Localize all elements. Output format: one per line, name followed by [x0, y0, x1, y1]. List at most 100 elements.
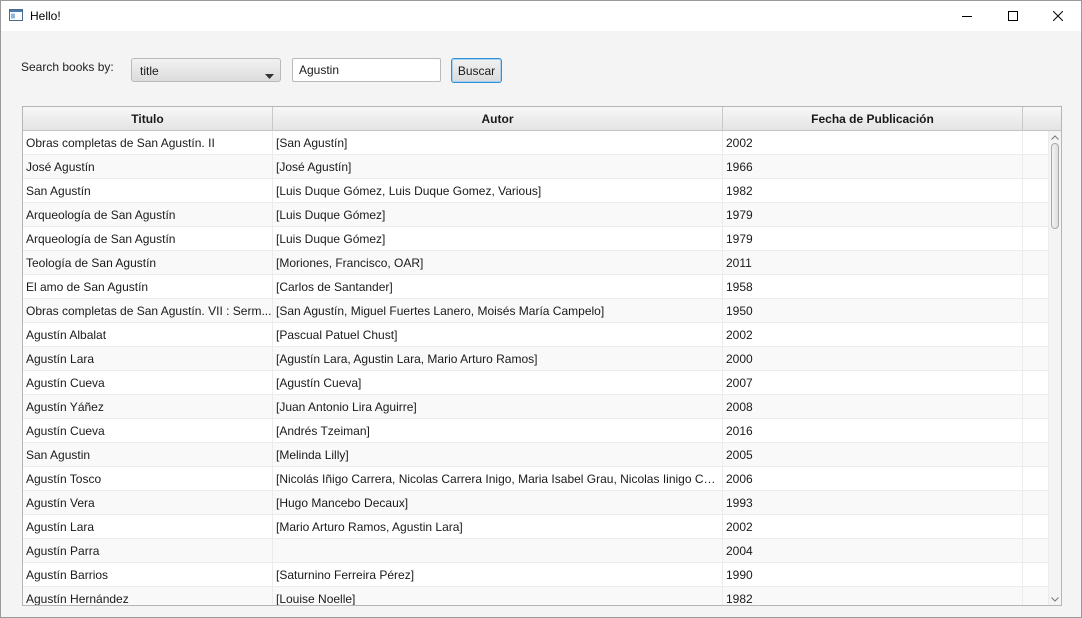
cell-author: [Moriones, Francisco, OAR] [273, 251, 723, 275]
cell-date: 2007 [723, 371, 1023, 395]
books-table: Titulo Autor Fecha de Publicación Obras … [22, 106, 1062, 606]
table-row[interactable]: Agustín Albalat [Pascual Patuel Chust] 2… [23, 323, 1049, 347]
table-row[interactable]: Teología de San Agustín [Moriones, Franc… [23, 251, 1049, 275]
cell-date: 1990 [723, 563, 1023, 587]
cell-title: Agustín Cueva [23, 371, 273, 395]
table-row[interactable]: Arqueología de San Agustín [Luis Duque G… [23, 227, 1049, 251]
cell-author: [Melinda Lilly] [273, 443, 723, 467]
maximize-icon [1008, 11, 1018, 21]
scrollbar-thumb[interactable] [1051, 143, 1059, 229]
search-input[interactable] [292, 58, 441, 82]
cell-date: 2016 [723, 419, 1023, 443]
cell-author: [Saturnino Ferreira Pérez] [273, 563, 723, 587]
search-by-label: Search books by: [21, 60, 114, 74]
cell-title: Agustín Albalat [23, 323, 273, 347]
scroll-up-arrow-icon[interactable] [1049, 131, 1061, 143]
cell-filler [1023, 251, 1049, 275]
maximize-button[interactable] [990, 1, 1036, 31]
cell-title: Arqueología de San Agustín [23, 227, 273, 251]
chevron-down-icon [265, 68, 274, 82]
cell-filler [1023, 275, 1049, 299]
cell-title: Agustín Cueva [23, 419, 273, 443]
cell-date: 2006 [723, 467, 1023, 491]
cell-filler [1023, 467, 1049, 491]
column-header-autor[interactable]: Autor [273, 107, 723, 130]
table-row[interactable]: Agustín Yáñez [Juan Antonio Lira Aguirre… [23, 395, 1049, 419]
cell-filler [1023, 203, 1049, 227]
title-bar[interactable]: Hello! [1, 1, 1081, 31]
cell-date: 2002 [723, 131, 1023, 155]
cell-author: [Mario Arturo Ramos, Agustin Lara] [273, 515, 723, 539]
cell-date: 1950 [723, 299, 1023, 323]
window-title: Hello! [30, 9, 61, 23]
cell-title: Agustín Lara [23, 515, 273, 539]
table-row[interactable]: Agustín Lara [Agustín Lara, Agustin Lara… [23, 347, 1049, 371]
cell-filler [1023, 179, 1049, 203]
close-button[interactable] [1035, 1, 1081, 31]
cell-date: 2002 [723, 323, 1023, 347]
table-row[interactable]: Agustín Hernández [Louise Noelle] 1982 [23, 587, 1049, 605]
cell-title: San Agustin [23, 443, 273, 467]
search-field-dropdown[interactable]: title [131, 58, 281, 82]
cell-filler [1023, 419, 1049, 443]
cell-author: [José Agustín] [273, 155, 723, 179]
vertical-scrollbar[interactable] [1049, 131, 1061, 605]
cell-author: [Louise Noelle] [273, 587, 723, 605]
cell-author: [Hugo Mancebo Decaux] [273, 491, 723, 515]
table-row[interactable]: Agustín Cueva [Agustín Cueva] 2007 [23, 371, 1049, 395]
dropdown-selected-value: title [140, 64, 159, 78]
cell-filler [1023, 131, 1049, 155]
cell-author: [Agustín Cueva] [273, 371, 723, 395]
search-button[interactable]: Buscar [451, 58, 502, 83]
minimize-button[interactable] [944, 1, 990, 31]
cell-title: Agustín Lara [23, 347, 273, 371]
cell-filler [1023, 299, 1049, 323]
close-icon [1053, 11, 1063, 21]
table-row[interactable]: Agustín Barrios [Saturnino Ferreira Pére… [23, 563, 1049, 587]
cell-filler [1023, 395, 1049, 419]
cell-title: Arqueología de San Agustín [23, 203, 273, 227]
cell-filler [1023, 539, 1049, 563]
cell-date: 1958 [723, 275, 1023, 299]
cell-date: 2004 [723, 539, 1023, 563]
table-row[interactable]: San Agustín [Luis Duque Gómez, Luis Duqu… [23, 179, 1049, 203]
cell-date: 1982 [723, 179, 1023, 203]
cell-author: [San Agustín] [273, 131, 723, 155]
cell-filler [1023, 347, 1049, 371]
cell-date: 1979 [723, 227, 1023, 251]
cell-filler [1023, 515, 1049, 539]
cell-date: 1993 [723, 491, 1023, 515]
table-header: Titulo Autor Fecha de Publicación [23, 107, 1061, 131]
cell-title: Agustín Vera [23, 491, 273, 515]
table-row[interactable]: Obras completas de San Agustín. II [San … [23, 131, 1049, 155]
cell-date: 2005 [723, 443, 1023, 467]
cell-filler [1023, 563, 1049, 587]
table-row[interactable]: Arqueología de San Agustín [Luis Duque G… [23, 203, 1049, 227]
table-row[interactable]: Obras completas de San Agustín. VII : Se… [23, 299, 1049, 323]
cell-date: 1966 [723, 155, 1023, 179]
cell-author: [Pascual Patuel Chust] [273, 323, 723, 347]
cell-author: [Luis Duque Gómez] [273, 203, 723, 227]
table-row[interactable]: Agustín Cueva [Andrés Tzeiman] 2016 [23, 419, 1049, 443]
scroll-down-arrow-icon[interactable] [1049, 593, 1061, 605]
cell-title: Agustín Barrios [23, 563, 273, 587]
cell-title: Obras completas de San Agustín. VII : Se… [23, 299, 273, 323]
table-row[interactable]: San Agustin [Melinda Lilly] 2005 [23, 443, 1049, 467]
table-row[interactable]: Agustín Parra 2004 [23, 539, 1049, 563]
table-row[interactable]: Agustín Vera [Hugo Mancebo Decaux] 1993 [23, 491, 1049, 515]
column-header-filler [1023, 107, 1061, 130]
table-row[interactable]: Agustín Tosco [Nicolás Iñigo Carrera, Ni… [23, 467, 1049, 491]
table-row[interactable]: El amo de San Agustín [Carlos de Santand… [23, 275, 1049, 299]
cell-title: Agustín Parra [23, 539, 273, 563]
column-header-titulo[interactable]: Titulo [23, 107, 273, 130]
cell-filler [1023, 491, 1049, 515]
cell-title: Agustín Hernández [23, 587, 273, 605]
table-row[interactable]: José Agustín [José Agustín] 1966 [23, 155, 1049, 179]
table-row[interactable]: Agustín Lara [Mario Arturo Ramos, Agusti… [23, 515, 1049, 539]
cell-title: El amo de San Agustín [23, 275, 273, 299]
app-window: Hello! Search books by: title Buscar Tit… [0, 0, 1082, 618]
column-header-fecha[interactable]: Fecha de Publicación [723, 107, 1023, 130]
cell-filler [1023, 587, 1049, 605]
cell-filler [1023, 371, 1049, 395]
cell-date: 2008 [723, 395, 1023, 419]
